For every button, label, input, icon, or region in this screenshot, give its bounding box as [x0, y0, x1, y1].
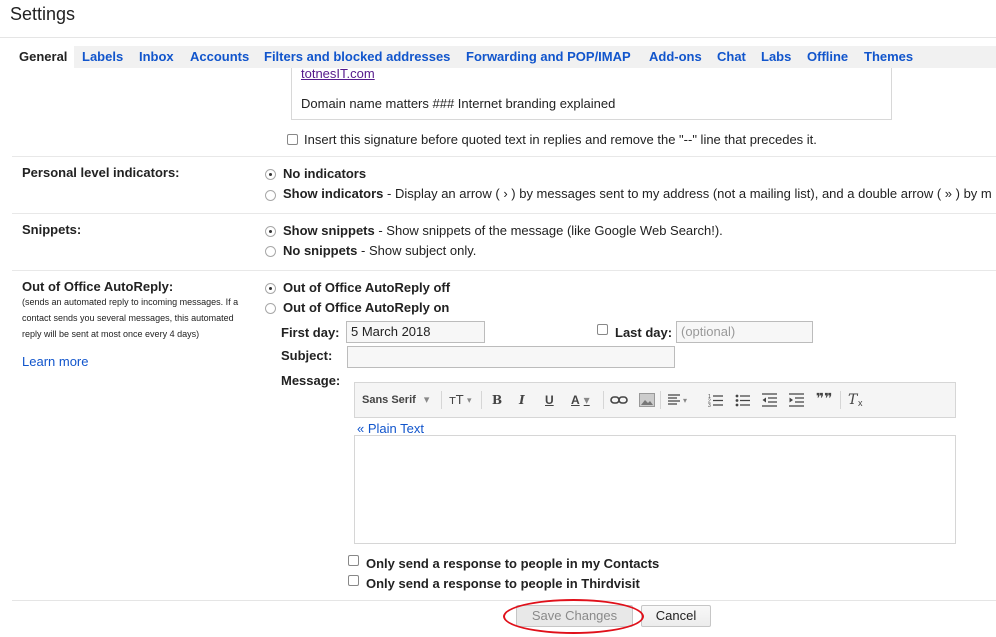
- show-indicators-radio[interactable]: [265, 190, 276, 201]
- quote-button[interactable]: ❞❞: [816, 390, 832, 407]
- no-snippets-radio[interactable]: [265, 246, 276, 257]
- tab-labs[interactable]: Labs: [761, 46, 791, 68]
- tab-chat[interactable]: Chat: [717, 46, 746, 68]
- row-divider: [12, 156, 996, 157]
- image-icon[interactable]: [639, 393, 655, 410]
- message-label: Message:: [281, 373, 341, 388]
- general-settings-panel: totnesIT.com Domain name matters ### Int…: [12, 66, 996, 601]
- signature-placement-checkbox[interactable]: [287, 134, 298, 145]
- align-icon[interactable]: ▾: [668, 394, 690, 409]
- footer-divider: [12, 600, 996, 601]
- chevron-down-icon: ▾: [583, 393, 590, 407]
- show-indicators-label: Show indicators: [283, 186, 384, 201]
- chevron-down-icon: ▾: [423, 394, 430, 406]
- bulleted-list-icon[interactable]: [735, 393, 751, 410]
- show-snippets-option: Show snippets - Show snippets of the mes…: [283, 223, 723, 238]
- underline-button[interactable]: U: [545, 393, 554, 407]
- plain-text-link[interactable]: « Plain Text: [357, 421, 424, 436]
- domain-only-label: Only send a response to people in Thirdv…: [366, 576, 640, 591]
- subject-label: Subject:: [281, 348, 333, 363]
- font-family-value: Sans Serif: [362, 394, 416, 406]
- text-color-glyph: A: [571, 393, 580, 407]
- personal-indicators-label: Personal level indicators:: [22, 165, 180, 180]
- toolbar-divider: [603, 391, 604, 409]
- contacts-only-label: Only send a response to people in my Con…: [366, 556, 660, 571]
- page-title: Settings: [10, 4, 76, 24]
- row-divider: [12, 270, 996, 271]
- text-size-icon[interactable]: ᴛT ▾: [449, 391, 475, 410]
- font-family-select[interactable]: Sans Serif ▾: [362, 393, 429, 406]
- svg-text:x: x: [858, 398, 863, 407]
- cancel-button[interactable]: Cancel: [641, 605, 711, 627]
- auto-reply-off-label: Out of Office AutoReply off: [283, 280, 451, 295]
- last-day-input[interactable]: (optional): [676, 321, 813, 343]
- tab-offline[interactable]: Offline: [807, 46, 848, 68]
- auto-reply-off-radio[interactable]: [265, 283, 276, 294]
- indent-more-icon[interactable]: [789, 393, 805, 410]
- svg-text:▾: ▾: [467, 395, 472, 405]
- first-day-label: First day:: [281, 325, 340, 340]
- bold-button[interactable]: B: [492, 393, 502, 407]
- svg-text:▾: ▾: [683, 396, 687, 405]
- no-indicators-label: No indicators: [283, 166, 367, 181]
- toolbar-divider: [481, 391, 482, 409]
- text-color-button[interactable]: A ▾: [571, 393, 590, 407]
- remove-formatting-icon[interactable]: Tx: [848, 391, 866, 410]
- toolbar-divider: [660, 391, 661, 409]
- signature-editor[interactable]: totnesIT.com Domain name matters ### Int…: [291, 66, 892, 120]
- title-divider: [0, 37, 996, 38]
- show-snippets-label: Show snippets: [283, 223, 375, 238]
- no-snippets-label: No snippets: [283, 243, 358, 258]
- no-snippets-option: No snippets - Show subject only.: [283, 243, 476, 258]
- tab-labels[interactable]: Labels: [82, 46, 123, 68]
- svg-text:3: 3: [708, 403, 711, 407]
- tab-forwarding[interactable]: Forwarding and POP/IMAP: [466, 46, 631, 68]
- last-day-placeholder: (optional): [681, 324, 736, 339]
- snippets-label: Snippets:: [22, 222, 82, 237]
- link-icon[interactable]: [610, 394, 628, 409]
- learn-more-link[interactable]: Learn more: [22, 354, 88, 369]
- show-snippets-desc: - Show snippets of the message (like Goo…: [374, 223, 723, 238]
- show-indicators-desc: - Display an arrow ( › ) by messages sen…: [383, 186, 992, 201]
- contacts-only-checkbox[interactable]: [348, 555, 359, 566]
- auto-reply-description: (sends an automated reply to incoming me…: [22, 297, 239, 339]
- last-day-label: Last day:: [615, 325, 673, 340]
- tab-general[interactable]: General: [12, 46, 75, 68]
- formatting-toolbar: Sans Serif ▾ ᴛT ▾ B I U A ▾ ▾ 123 ❞❞ Tx: [354, 382, 956, 418]
- svg-text:ᴛT: ᴛT: [449, 393, 464, 407]
- indent-less-icon[interactable]: [762, 393, 778, 410]
- no-indicators-radio[interactable]: [265, 169, 276, 180]
- annotation-circle: [503, 599, 644, 634]
- domain-only-checkbox[interactable]: [348, 575, 359, 586]
- signature-text: Domain name matters ### Internet brandin…: [301, 96, 616, 111]
- first-day-input[interactable]: 5 March 2018: [346, 321, 485, 343]
- subject-input[interactable]: [347, 346, 675, 368]
- numbered-list-icon[interactable]: 123: [708, 393, 724, 410]
- no-snippets-desc: - Show subject only.: [357, 243, 477, 258]
- tab-accounts[interactable]: Accounts: [190, 46, 249, 68]
- auto-reply-label: Out of Office AutoReply:: [22, 279, 174, 294]
- auto-reply-on-label: Out of Office AutoReply on: [283, 300, 450, 315]
- show-snippets-radio[interactable]: [265, 226, 276, 237]
- toolbar-divider: [840, 391, 841, 409]
- auto-reply-message-editor[interactable]: [354, 435, 956, 544]
- settings-tabs: General Labels Inbox Accounts Filters an…: [12, 46, 996, 68]
- italic-button[interactable]: I: [519, 393, 525, 407]
- toolbar-divider: [441, 391, 442, 409]
- signature-placement-label: Insert this signature before quoted text…: [304, 132, 817, 147]
- tab-inbox[interactable]: Inbox: [139, 46, 174, 68]
- signature-link[interactable]: totnesIT.com: [301, 66, 375, 81]
- row-divider: [12, 213, 996, 214]
- tab-themes[interactable]: Themes: [864, 46, 913, 68]
- tab-addons[interactable]: Add-ons: [649, 46, 702, 68]
- auto-reply-on-radio[interactable]: [265, 303, 276, 314]
- last-day-checkbox[interactable]: [597, 324, 608, 335]
- show-indicators-option: Show indicators - Display an arrow ( › )…: [283, 186, 992, 201]
- tab-filters[interactable]: Filters and blocked addresses: [264, 46, 450, 68]
